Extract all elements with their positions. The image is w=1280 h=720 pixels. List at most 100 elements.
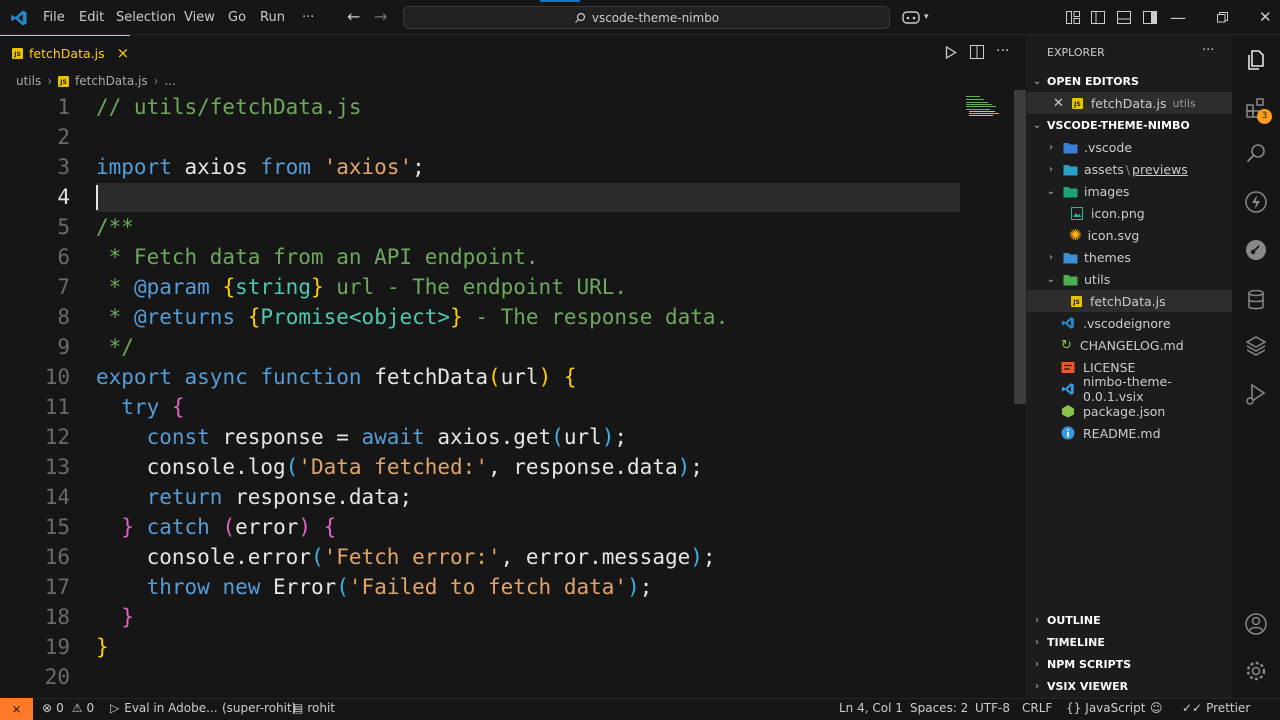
- tree-item-utils[interactable]: ⌄ utils: [1027, 268, 1232, 290]
- back-arrow-icon[interactable]: ←: [347, 7, 360, 26]
- code-line[interactable]: throw new Error('Failed to fetch data');: [96, 572, 653, 602]
- line-number: 6: [57, 245, 70, 269]
- minimap[interactable]: [966, 95, 1000, 117]
- toggle-primary-sidebar-icon[interactable]: [1091, 11, 1105, 24]
- code-line[interactable]: * @returns {Promise<object>} - The respo…: [96, 302, 729, 332]
- activity-layers[interactable]: [1232, 326, 1280, 366]
- menu-view[interactable]: View: [184, 10, 215, 25]
- cursor-position[interactable]: Ln 4, Col 1: [839, 701, 903, 715]
- tree-item-vscodeignore[interactable]: .vscodeignore: [1027, 312, 1232, 334]
- tab-close-icon[interactable]: ×: [117, 44, 130, 62]
- explorer-more-icon[interactable]: ···: [1202, 43, 1214, 58]
- code-line[interactable]: const response = await axios.get(url);: [96, 422, 628, 452]
- run-file-icon[interactable]: [945, 46, 957, 59]
- project-header[interactable]: ⌄ VSCODE-THEME-NIMBO: [1027, 114, 1232, 136]
- line-number: 20: [44, 665, 70, 689]
- image-file-icon: [1071, 206, 1083, 220]
- breadcrumb: utils › JS fetchData.js › ...: [16, 74, 176, 88]
- breadcrumb-folder[interactable]: utils: [16, 74, 41, 88]
- activity-database[interactable]: [1232, 280, 1280, 320]
- activity-accounts[interactable]: [1232, 604, 1280, 644]
- tree-item-changelog[interactable]: ↻ CHANGELOG.md: [1027, 334, 1232, 356]
- code-line[interactable]: }: [96, 602, 134, 632]
- tab-fetchdata[interactable]: JS fetchData.js ×: [0, 35, 130, 70]
- activity-search[interactable]: [1232, 134, 1280, 174]
- copilot-button[interactable]: ▾: [902, 9, 929, 25]
- end-of-line[interactable]: CRLF: [1022, 701, 1052, 715]
- code-line[interactable]: * Fetch data from an API endpoint.: [96, 242, 539, 272]
- code-line[interactable]: * @param {string} url - The endpoint URL…: [96, 272, 627, 302]
- user-label[interactable]: (super-rohit): [222, 701, 296, 715]
- activity-manage[interactable]: [1232, 651, 1280, 691]
- copilot-status-icon[interactable]: ☺: [1150, 701, 1163, 715]
- tree-item-icon-png[interactable]: icon.png: [1027, 202, 1232, 224]
- minimize-icon[interactable]: —: [1170, 8, 1186, 27]
- tree-item-fetchdata[interactable]: JS fetchData.js: [1027, 290, 1232, 312]
- code-line[interactable]: import axios from 'axios';: [96, 152, 425, 182]
- tree-item-images[interactable]: ⌄ images: [1027, 180, 1232, 202]
- activity-run-debug[interactable]: [1232, 374, 1280, 414]
- code-line[interactable]: */: [96, 332, 134, 362]
- editor-more-actions-icon[interactable]: ···: [996, 43, 1009, 59]
- close-icon[interactable]: ✕: [1053, 96, 1064, 111]
- account-indicator[interactable]: ▤ rohit: [292, 701, 335, 715]
- tree-item-icon-svg[interactable]: ✺ icon.svg: [1027, 224, 1232, 246]
- customize-layout-icon[interactable]: [1066, 11, 1080, 24]
- code-line[interactable]: export async function fetchData(url) {: [96, 362, 577, 392]
- open-editor-fetchdata[interactable]: ✕ JS fetchData.js utils: [1027, 92, 1232, 114]
- prettier-status[interactable]: ✓✓ Prettier: [1182, 701, 1250, 715]
- tree-item-vsix[interactable]: nimbo-theme-0.0.1.vsix: [1027, 374, 1232, 404]
- tree-item-themes[interactable]: › themes: [1027, 246, 1232, 268]
- open-editors-header[interactable]: ⌄ OPEN EDITORS: [1027, 70, 1232, 92]
- breadcrumb-file[interactable]: fetchData.js: [75, 74, 148, 88]
- close-window-icon[interactable]: ✕: [1259, 8, 1272, 26]
- chevron-right-icon: ›: [1035, 614, 1039, 626]
- activity-extensions[interactable]: 3: [1232, 88, 1280, 128]
- problems-indicator[interactable]: ⊗ 0 ⚠ 0: [42, 701, 94, 715]
- tree-item-package-json[interactable]: package.json: [1027, 400, 1232, 422]
- breadcrumb-more[interactable]: ...: [164, 74, 175, 88]
- code-line[interactable]: try {: [96, 392, 184, 422]
- code-line[interactable]: }: [96, 632, 109, 662]
- npm-scripts-header[interactable]: › NPM SCRIPTS: [1027, 653, 1232, 675]
- open-editor-label: fetchData.js: [1090, 95, 1167, 111]
- menu-edit[interactable]: Edit: [79, 10, 104, 25]
- encoding[interactable]: UTF-8: [975, 701, 1010, 715]
- language-mode[interactable]: {} JavaScript: [1066, 701, 1145, 715]
- code-line[interactable]: /**: [96, 212, 134, 242]
- eval-in-adobe[interactable]: ▷ Eval in Adobe...: [110, 701, 218, 715]
- toggle-panel-icon[interactable]: [1117, 11, 1131, 24]
- toggle-secondary-sidebar-icon[interactable]: [1143, 11, 1157, 24]
- vsix-viewer-header[interactable]: › VSIX VIEWER: [1027, 675, 1232, 697]
- code-line[interactable]: // utils/fetchData.js: [96, 92, 362, 122]
- code-line[interactable]: } catch (error) {: [96, 512, 336, 542]
- code-line[interactable]: console.error('Fetch error:', error.mess…: [96, 542, 716, 572]
- section-label: NPM SCRIPTS: [1047, 657, 1132, 671]
- remote-indicator[interactable]: ⨯: [0, 698, 33, 720]
- menu-more[interactable]: ···: [302, 10, 314, 25]
- line-number: 8: [57, 305, 70, 329]
- outline-header[interactable]: › OUTLINE: [1027, 609, 1232, 631]
- tree-item-assets[interactable]: › assets \ previews: [1027, 158, 1232, 180]
- activity-thunder[interactable]: [1232, 182, 1280, 222]
- tree-item-sublabel[interactable]: previews: [1132, 162, 1188, 177]
- activity-gitlens[interactable]: [1232, 230, 1280, 270]
- code-line[interactable]: console.log('Data fetched:', response.da…: [96, 452, 703, 482]
- menu-file[interactable]: File: [43, 10, 65, 25]
- editor-scrollbar[interactable]: [1014, 90, 1026, 404]
- command-center-search[interactable]: vscode-theme-nimbo: [403, 6, 890, 29]
- tree-item-label: README.md: [1083, 425, 1161, 441]
- tree-item-readme[interactable]: README.md: [1027, 422, 1232, 444]
- open-editors-label: OPEN EDITORS: [1047, 74, 1139, 88]
- timeline-header[interactable]: › TIMELINE: [1027, 631, 1232, 653]
- activity-explorer[interactable]: [1232, 40, 1280, 80]
- forward-arrow-icon[interactable]: →: [374, 7, 387, 26]
- menu-run[interactable]: Run: [260, 10, 285, 25]
- menu-go[interactable]: Go: [228, 10, 246, 25]
- code-line[interactable]: return response.data;: [96, 482, 413, 512]
- restore-icon[interactable]: [1217, 12, 1228, 23]
- indentation[interactable]: Spaces: 2: [910, 701, 968, 715]
- menu-selection[interactable]: Selection: [116, 10, 176, 25]
- tree-item-vscode[interactable]: › .vscode: [1027, 136, 1232, 158]
- split-editor-icon[interactable]: [970, 45, 984, 59]
